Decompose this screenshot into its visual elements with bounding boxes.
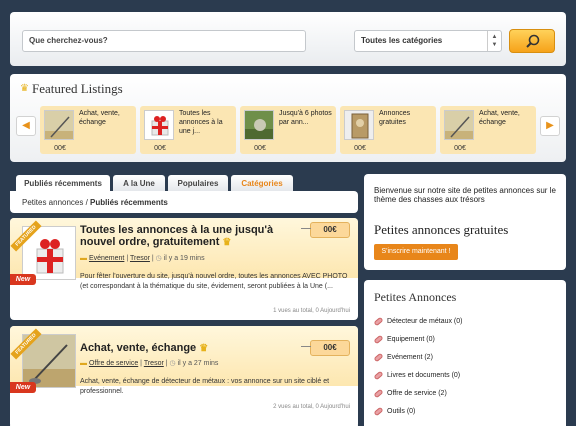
tab-popular[interactable]: Populaires	[168, 175, 228, 192]
featured-card-price: 00€	[454, 145, 466, 152]
signup-button[interactable]: S'inscrire maintenant !	[374, 244, 458, 260]
featured-card-price: 00€	[154, 145, 166, 152]
featured-card-price: 00€	[254, 145, 266, 152]
category-link[interactable]: Détecteur de métaux (0)	[373, 316, 463, 326]
crown-icon: ♛	[20, 83, 29, 94]
crown-icon: ♛	[199, 343, 209, 354]
category-link[interactable]: Outils (0)	[373, 406, 416, 416]
tab-categories[interactable]: Catégories	[231, 175, 293, 192]
search-input[interactable]: Que cherchez-vous?	[22, 30, 306, 52]
featured-card-title: Toutes les annonces à la une j...	[179, 110, 223, 135]
featured-thumbnail	[144, 110, 174, 140]
carousel-prev-button[interactable]: ◀	[16, 116, 36, 136]
listing-meta: ▬ Offre de service | Tresor | ◷ il y a 2…	[80, 360, 219, 367]
featured-thumbnail	[244, 110, 274, 140]
listing-author-link[interactable]: Tresor	[130, 255, 150, 262]
listing-card[interactable]: FEATURED New Toutes les annonces à la un…	[10, 218, 358, 320]
tag-icon	[373, 316, 384, 326]
new-badge: New	[10, 382, 36, 393]
breadcrumb-bar: Petites annonces / Publiés récemments	[10, 191, 358, 213]
listing-category-link[interactable]: Evénement	[89, 255, 124, 262]
category-select-value: Toutes les catégories	[361, 36, 443, 45]
featured-listings: ♛ Featured Listings ◀ Achat, vente, écha…	[10, 74, 566, 162]
listing-time: il y a 27 mins	[177, 360, 219, 367]
welcome-box: Bienvenue sur notre site de petites anno…	[364, 174, 566, 270]
listing-card[interactable]: FEATURED New Achat, vente, échange ♛ 00€…	[10, 326, 358, 426]
featured-thumbnail	[344, 110, 374, 140]
category-label: Détecteur de métaux (0)	[387, 318, 463, 325]
listing-author-link[interactable]: Tresor	[144, 360, 164, 367]
breadcrumb: Petites annonces / Publiés récemments	[22, 198, 168, 207]
folder-icon: ▬	[80, 360, 87, 367]
category-label: Outils (0)	[387, 408, 416, 415]
crown-icon: ♛	[222, 237, 232, 248]
listing-card	[10, 422, 358, 426]
featured-card-title: Jusqu'à 6 photos par ann...	[279, 110, 332, 126]
featured-title: Featured Listings	[32, 81, 123, 96]
carousel-next-button[interactable]: ▶	[540, 116, 560, 136]
listing-category-link[interactable]: Offre de service	[89, 360, 138, 367]
featured-card[interactable]: Achat, vente, échange 00€	[40, 106, 136, 154]
listing-stats: 2 vues au total, 0 Aujourd'hui	[273, 404, 350, 410]
tag-icon	[373, 334, 384, 344]
listing-meta: ▬ Evénement | Tresor | ◷ il y a 19 mins	[80, 255, 205, 262]
category-label: Equipement (0)	[387, 336, 435, 343]
featured-card-title: Annonces gratuites	[379, 110, 411, 126]
welcome-text: Bienvenue sur notre site de petites anno…	[374, 186, 556, 204]
tab-featured[interactable]: A la Une	[113, 175, 165, 192]
listing-title-text: Toutes les annonces à la une jusqu'à nou…	[80, 224, 274, 248]
featured-thumbnail	[44, 110, 74, 140]
price-tag: 00€	[301, 340, 350, 356]
tag-icon	[373, 370, 384, 380]
featured-card-title: Achat, vente, échange	[479, 110, 520, 126]
featured-card[interactable]: Annonces gratuites 00€	[340, 106, 436, 154]
category-label: Livres et documents (0)	[387, 372, 461, 379]
breadcrumb-current: Publiés récemments	[90, 198, 168, 207]
clock-icon: ◷	[169, 360, 176, 367]
featured-thumbnail	[444, 110, 474, 140]
featured-card-price: 00€	[54, 145, 66, 152]
category-link[interactable]: Equipement (0)	[373, 334, 435, 344]
category-link[interactable]: Livres et documents (0)	[373, 370, 461, 380]
featured-card[interactable]: Achat, vente, échange 00€	[440, 106, 536, 154]
welcome-title: Petites annonces gratuites	[374, 222, 509, 237]
categories-widget: Petites Annonces Détecteur de métaux (0)…	[364, 280, 566, 426]
featured-card[interactable]: Jusqu'à 6 photos par ann... 00€	[240, 106, 336, 154]
listing-title[interactable]: Toutes les annonces à la une jusqu'à nou…	[80, 224, 308, 249]
tag-icon	[373, 352, 384, 362]
select-arrows-icon: ▲ ▼	[487, 31, 501, 51]
tag-icon	[373, 388, 384, 398]
listing-description: Achat, vente, échange de détecteur de mé…	[80, 378, 330, 395]
category-select[interactable]: Toutes les catégories ▲ ▼	[354, 30, 502, 52]
new-badge: New	[10, 274, 36, 285]
categories-title: Petites Annonces	[374, 290, 457, 304]
featured-card-title: Achat, vente, échange	[79, 110, 120, 126]
breadcrumb-root-link[interactable]: Petites annonces	[22, 198, 83, 207]
clock-icon: ◷	[155, 255, 162, 262]
category-link[interactable]: Evénement (2)	[373, 352, 433, 362]
category-label: Offre de service (2)	[387, 390, 447, 397]
featured-card-price: 00€	[354, 145, 366, 152]
search-icon	[526, 34, 540, 48]
listing-title[interactable]: Achat, vente, échange ♛	[80, 342, 308, 355]
listing-time: il y a 19 mins	[163, 255, 205, 262]
listing-title-text: Achat, vente, échange	[80, 342, 197, 354]
listing-stats: 1 vues au total, 0 Aujourd'hui	[273, 308, 350, 314]
category-link[interactable]: Offre de service (2)	[373, 388, 447, 398]
search-bar: Que cherchez-vous? Toutes les catégories…	[10, 12, 566, 66]
price-tag: 00€	[301, 222, 350, 238]
folder-icon: ▬	[80, 255, 87, 262]
listing-description: Pour fêter l'ouverture du site, jusqu'à …	[80, 273, 348, 290]
tag-icon	[373, 406, 384, 416]
search-button[interactable]	[509, 29, 555, 53]
featured-card[interactable]: Toutes les annonces à la une j... 00€	[140, 106, 236, 154]
category-label: Evénement (2)	[387, 354, 433, 361]
